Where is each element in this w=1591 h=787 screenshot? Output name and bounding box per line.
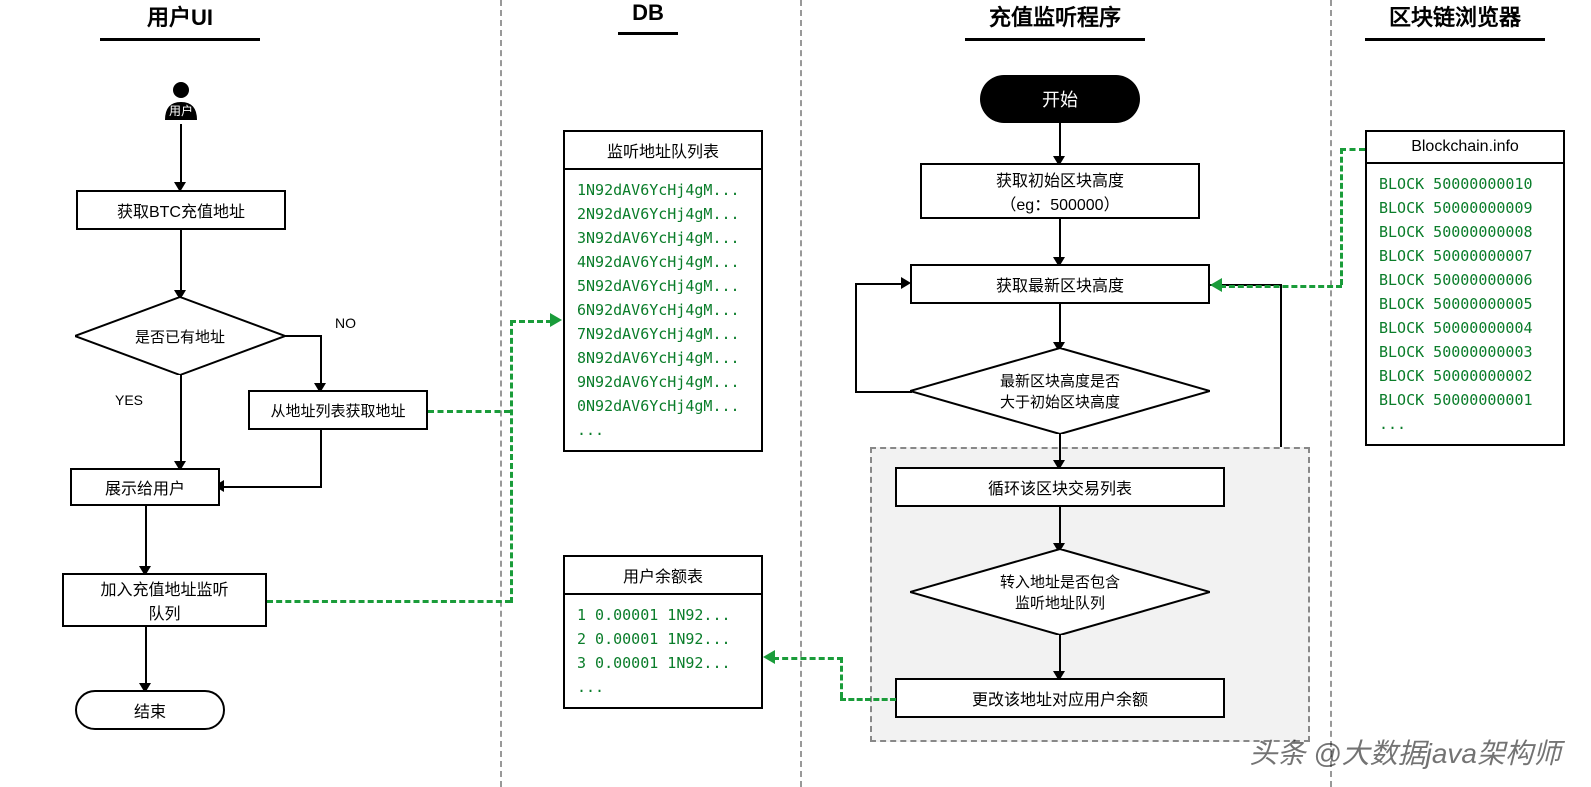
decision-compare-height: 最新区块高度是否 大于初始区块高度 bbox=[910, 348, 1210, 434]
lane-divider bbox=[1330, 0, 1332, 787]
explorer-table: Blockchain.info BLOCK 50000000010BLOCK 5… bbox=[1365, 130, 1565, 446]
db-balance-list: 1 0.00001 1N92...2 0.00001 1N92...3 0.00… bbox=[563, 595, 763, 709]
decision-has-address: 是否已有地址 bbox=[75, 297, 285, 375]
step-loop-tx: 循环该区块交易列表 bbox=[895, 467, 1225, 507]
step-get-btc-address: 获取BTC充值地址 bbox=[76, 190, 286, 230]
step-get-latest-height: 获取最新区块高度 bbox=[910, 264, 1210, 304]
step-get-init-height: 获取初始区块高度 （eg：500000） bbox=[920, 163, 1200, 219]
step-add-listen-queue: 加入充值地址监听 队列 bbox=[62, 573, 267, 627]
lane-header-explorer: 区块链浏览器 bbox=[1365, 0, 1545, 41]
step-get-from-list: 从地址列表获取地址 bbox=[248, 390, 428, 430]
decision-match-address: 转入地址是否包含 监听地址队列 bbox=[910, 549, 1210, 635]
explorer-block-list: BLOCK 50000000010BLOCK 50000000009BLOCK … bbox=[1365, 164, 1565, 446]
db-address-list: 1N92dAV6YcHj4gM...2N92dAV6YcHj4gM...3N92… bbox=[563, 170, 763, 452]
user-actor-label: 用户 bbox=[161, 102, 201, 119]
user-actor-icon: 用户 bbox=[161, 80, 201, 124]
db-address-queue-title: 监听地址队列表 bbox=[563, 130, 763, 170]
watermark: 头条 @大数据java架构师 bbox=[1249, 732, 1561, 772]
db-balance-table: 用户余额表 1 0.00001 1N92...2 0.00001 1N92...… bbox=[563, 555, 763, 709]
step-show-user: 展示给用户 bbox=[70, 468, 220, 506]
edge-label-yes: YES bbox=[115, 392, 143, 408]
step-end: 结束 bbox=[75, 690, 225, 730]
edge-label-no: NO bbox=[335, 315, 356, 331]
lane-header-db: DB bbox=[618, 0, 678, 35]
db-balance-title: 用户余额表 bbox=[563, 555, 763, 595]
lane-header-listener: 充值监听程序 bbox=[965, 0, 1145, 41]
db-address-queue-table: 监听地址队列表 1N92dAV6YcHj4gM...2N92dAV6YcHj4g… bbox=[563, 130, 763, 452]
lane-header-ui: 用户UI bbox=[100, 0, 260, 41]
explorer-title: Blockchain.info bbox=[1365, 130, 1565, 164]
lane-divider bbox=[500, 0, 502, 787]
step-update-balance: 更改该地址对应用户余额 bbox=[895, 678, 1225, 718]
lane-divider bbox=[800, 0, 802, 787]
step-start: 开始 bbox=[980, 75, 1140, 123]
